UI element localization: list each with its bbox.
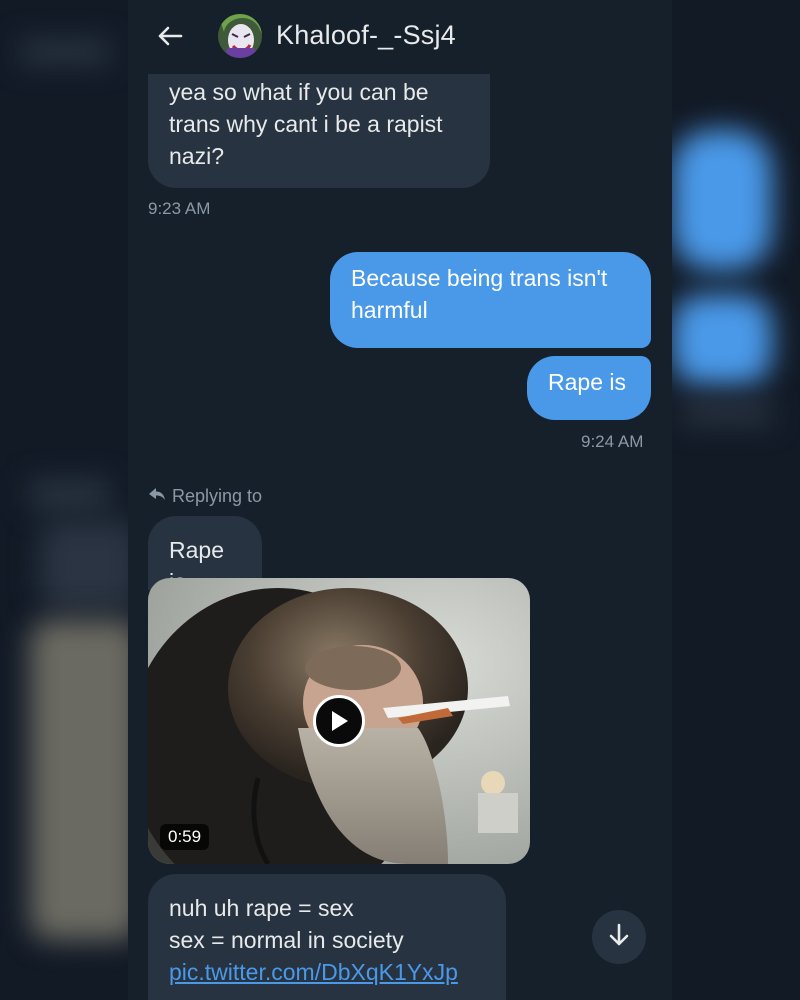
joker-avatar-icon (218, 14, 262, 58)
contact-name[interactable]: Khaloof-_-Ssj4 (276, 20, 456, 51)
conversation-header: Khaloof-_-Ssj4 (128, 0, 672, 74)
message-line: nazi? (169, 143, 224, 169)
incoming-message-bubble: yea so what if you can be trans why cant… (148, 70, 490, 188)
arrow-left-icon (157, 25, 183, 52)
incoming-message-bubble: nuh uh rape = sex sex = normal in societ… (148, 874, 506, 1000)
replying-to-text: Replying to (172, 486, 263, 506)
outgoing-message-bubble: Rape is (527, 356, 651, 420)
message-line: trans why cant i be a rapist (169, 111, 443, 137)
video-duration: 0:59 (160, 824, 210, 850)
dm-conversation-screen: yea so what if you can be trans why cant… (128, 0, 672, 1000)
video-attachment[interactable]: 0:59 (148, 578, 530, 864)
replying-to-label: Replying to (148, 486, 262, 507)
blurred-backdrop-left (0, 0, 128, 1000)
blurred-backdrop-right (672, 0, 800, 1000)
tweet-link[interactable]: pic.twitter.com/DbXqK1YxJp (169, 956, 485, 988)
message-timestamp: 9:24 AM (581, 432, 644, 451)
play-icon[interactable] (313, 695, 365, 747)
message-line: yea so what if you can be (169, 79, 429, 105)
message-line: harmful (351, 297, 428, 323)
avatar[interactable] (218, 14, 262, 58)
message-line: sex = normal in society (169, 927, 404, 953)
scroll-to-bottom-button[interactable] (592, 910, 646, 964)
outgoing-message-bubble: Because being trans isn't harmful (330, 252, 651, 348)
back-button[interactable] (150, 18, 190, 58)
message-timestamp: 9:23 AM (148, 199, 211, 218)
message-line: Because being trans isn't (351, 265, 608, 291)
message-line: nuh uh rape = sex (169, 895, 354, 921)
reply-arrow-icon (148, 486, 172, 507)
message-line: Rape is (548, 369, 626, 395)
arrow-down-icon (608, 923, 630, 952)
